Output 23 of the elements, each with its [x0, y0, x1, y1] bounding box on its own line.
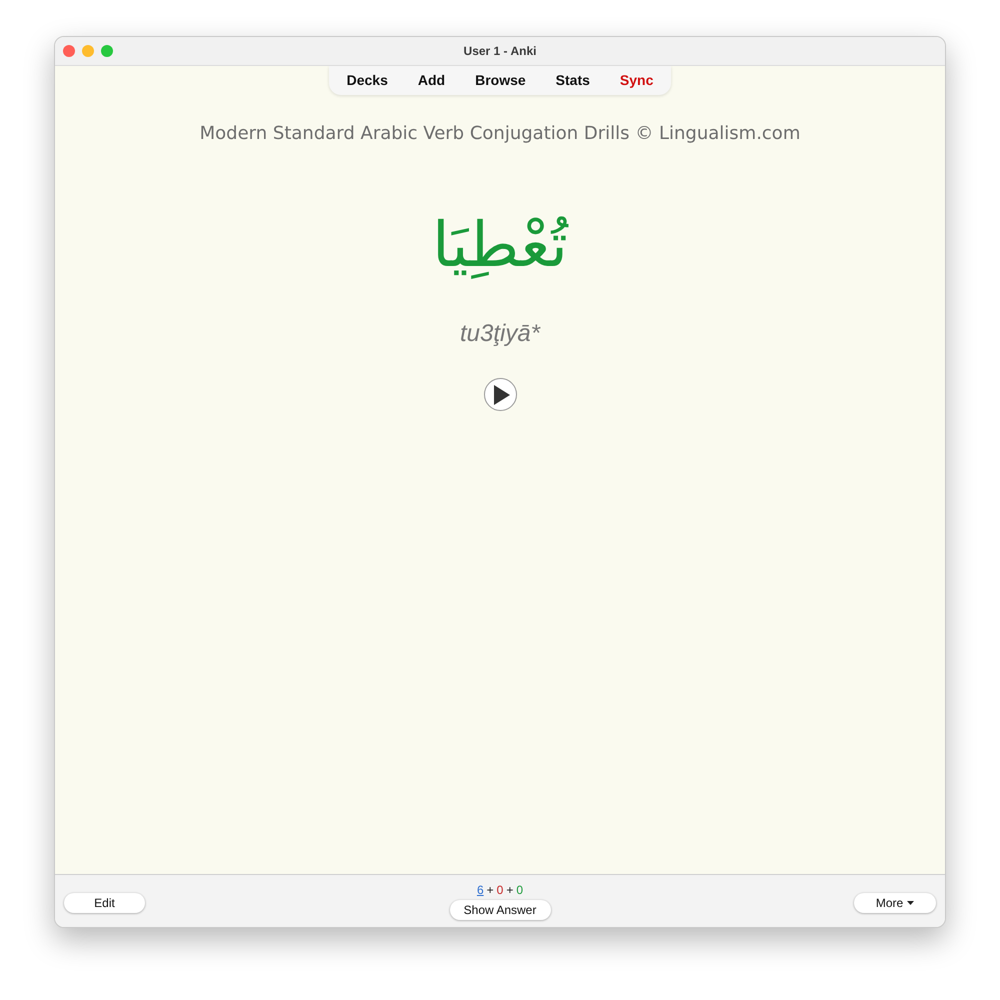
count-separator: +: [506, 884, 514, 897]
arabic-word: تُعْطِيَا: [432, 208, 568, 282]
transliteration-text: tu3ţiyā*: [460, 320, 540, 348]
more-button[interactable]: More: [854, 893, 936, 913]
play-button[interactable]: [484, 378, 516, 412]
window-title: User 1 - Anki: [464, 44, 536, 58]
card-count: 0: [516, 884, 524, 897]
show-answer-button[interactable]: Show Answer: [450, 900, 550, 920]
count-separator: +: [486, 884, 494, 897]
caret-icon: [907, 901, 914, 905]
edit-button[interactable]: Edit: [64, 893, 145, 913]
card-count: 6: [476, 884, 484, 897]
toolbar-link[interactable]: Decks: [346, 72, 388, 88]
toolbar-link[interactable]: Stats: [556, 72, 590, 88]
toolbar-link[interactable]: Browse: [475, 72, 526, 88]
minimize-button[interactable]: [82, 45, 94, 57]
deck-credit-text: Modern Standard Arabic Verb Conjugation Drills © Lingualism.com: [200, 123, 800, 144]
zoom-button[interactable]: [101, 45, 113, 57]
card-count: 0: [496, 884, 504, 897]
toolbar-link[interactable]: Add: [418, 72, 446, 88]
toolbar-link[interactable]: Sync: [620, 72, 654, 88]
play-icon: [494, 384, 510, 405]
close-button[interactable]: [63, 45, 75, 57]
